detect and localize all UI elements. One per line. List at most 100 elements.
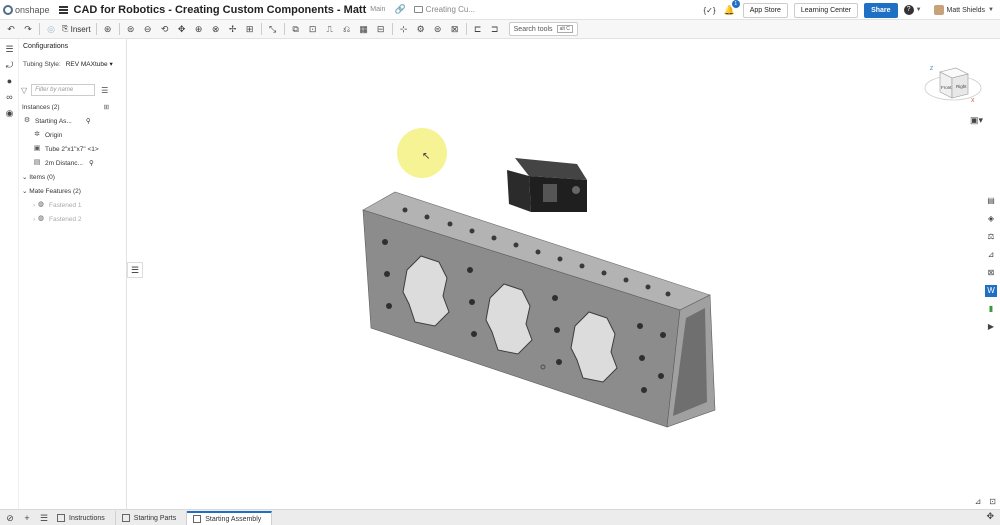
group-icon[interactable]: ⧉ bbox=[290, 23, 302, 35]
replicate-icon[interactable]: ⊹ bbox=[398, 23, 410, 35]
avatar[interactable] bbox=[933, 5, 944, 15]
feature-list-icon[interactable]: ☰ bbox=[4, 44, 15, 55]
revolute-mate-icon[interactable]: ⊖ bbox=[142, 23, 154, 35]
distance-sensor-part[interactable] bbox=[507, 158, 587, 212]
display-mode-icon[interactable]: ⊡ bbox=[989, 497, 996, 506]
ball-mate-icon[interactable]: ✢ bbox=[227, 23, 239, 35]
create-folder-icon[interactable]: ⊞ bbox=[104, 103, 109, 111]
link-rail-icon[interactable]: ∞ bbox=[4, 92, 15, 103]
help-caret-icon[interactable]: ▼ bbox=[916, 7, 922, 13]
undo-icon[interactable]: ↶ bbox=[5, 23, 17, 35]
mate-features-section[interactable]: ⌄ Mate Features (2) bbox=[19, 184, 126, 198]
configurations-heading[interactable]: Configurations bbox=[19, 39, 126, 54]
model-3d[interactable] bbox=[355, 150, 725, 435]
help-icon[interactable]: ? bbox=[903, 5, 914, 15]
fastened-mate-icon[interactable]: ⊜ bbox=[125, 23, 137, 35]
top-bar: onshape CAD for Robotics - Creating Cust… bbox=[0, 0, 1000, 20]
slider-mate-icon[interactable]: ⟲ bbox=[159, 23, 171, 35]
view-options-icon[interactable]: ▣▾ bbox=[970, 115, 983, 126]
branch-label[interactable]: Main bbox=[370, 6, 385, 13]
tab-list-icon[interactable]: ☰ bbox=[37, 511, 51, 525]
mate-item-fastened-1[interactable]: › ◍ Fastened 1 bbox=[19, 198, 126, 212]
notifications-icon[interactable]: 🔔 1 bbox=[724, 0, 740, 16]
linear-relation-icon[interactable]: ⊟ bbox=[375, 23, 387, 35]
app-store-button[interactable]: App Store bbox=[742, 2, 788, 18]
measure-icon[interactable]: ⊏ bbox=[472, 23, 484, 35]
video-icon[interactable]: ▶ bbox=[985, 321, 997, 333]
tab-starting-parts[interactable]: Starting Parts bbox=[116, 511, 188, 525]
share-button[interactable]: Share bbox=[864, 2, 898, 18]
explode-icon[interactable]: ⊠ bbox=[449, 23, 461, 35]
tab-instructions[interactable]: Instructions bbox=[51, 511, 116, 525]
sensor-icon: ▤ bbox=[33, 159, 41, 166]
settings-icon[interactable]: ◎ bbox=[45, 23, 57, 35]
tree-item-starting-assembly[interactable]: ⚙ Starting As... ⚲ bbox=[19, 114, 126, 128]
appearance-panel-icon[interactable]: ◈ bbox=[985, 213, 997, 225]
learning-center-button[interactable]: Learning Center bbox=[793, 2, 859, 18]
panel-toggle-icon[interactable]: ☰ bbox=[127, 262, 143, 278]
gear-relation-icon[interactable]: ⎍ bbox=[324, 23, 336, 35]
mirror-icon[interactable]: ⊜ bbox=[432, 23, 444, 35]
mate-item-fastened-2[interactable]: › ◍ Fastened 2 bbox=[19, 212, 126, 226]
toolbar-divider bbox=[260, 23, 262, 35]
document-title[interactable]: CAD for Robotics - Creating Custom Compo… bbox=[74, 4, 367, 16]
user-caret-icon[interactable]: ▼ bbox=[988, 7, 994, 13]
list-view-icon[interactable]: ☰ bbox=[101, 86, 108, 95]
view-cube[interactable]: Front Right Z X bbox=[920, 50, 986, 110]
tab-manager-icon[interactable]: ⊘ bbox=[3, 511, 17, 525]
appearance-icon[interactable]: ◉ bbox=[4, 108, 15, 119]
fastened-icon: ◍ bbox=[37, 215, 45, 222]
measure-panel-icon[interactable]: ⊿ bbox=[985, 249, 997, 261]
instances-section[interactable]: Instances (2) ⊞ bbox=[19, 100, 126, 114]
rack-pinion-icon[interactable]: ⎌ bbox=[341, 23, 353, 35]
code-icon[interactable]: {✓} bbox=[703, 6, 715, 15]
onshape-logo[interactable]: onshape bbox=[3, 4, 50, 15]
screw-relation-icon[interactable]: ▦ bbox=[358, 23, 370, 35]
tubing-style-select[interactable]: REV MAXtube ▾ bbox=[66, 60, 113, 68]
search-tools-input[interactable]: Search tools alt C bbox=[508, 22, 578, 36]
pan-icon[interactable]: ✥ bbox=[986, 511, 994, 522]
filter-input[interactable]: Filter by name bbox=[31, 84, 96, 96]
pin-icon[interactable]: ⚲ bbox=[89, 159, 94, 167]
redo-icon[interactable]: ↷ bbox=[22, 23, 34, 35]
mate-connector-icon[interactable]: ⊡ bbox=[307, 23, 319, 35]
search-shortcut: alt C bbox=[556, 25, 573, 33]
username[interactable]: Matt Shields bbox=[947, 7, 986, 14]
mate-connector-rail-icon[interactable]: ⤾ bbox=[4, 60, 15, 71]
parallel-mate-icon[interactable]: ⊞ bbox=[244, 23, 256, 35]
add-tab-icon[interactable]: + bbox=[20, 511, 34, 525]
insert-label: Insert bbox=[70, 24, 91, 34]
tangent-mate-icon[interactable]: ⤡ bbox=[267, 23, 279, 35]
planar-mate-icon[interactable]: ✥ bbox=[176, 23, 188, 35]
mate-item-label: Fastened 1 bbox=[48, 201, 82, 209]
mass-properties-icon[interactable]: ⚖ bbox=[985, 231, 997, 243]
link-icon[interactable]: 🔗 bbox=[394, 4, 405, 15]
properties-icon[interactable]: ▤ bbox=[985, 195, 997, 207]
bom-icon[interactable]: ⊠ bbox=[985, 267, 997, 279]
pattern-icon[interactable]: ⚙ bbox=[415, 23, 427, 35]
folder-breadcrumb[interactable]: Creating Cu... bbox=[413, 5, 475, 14]
pin-slot-mate-icon[interactable]: ⊗ bbox=[210, 23, 222, 35]
section-view-icon[interactable]: ⊐ bbox=[489, 23, 501, 35]
standard-content-icon[interactable]: ⊛ bbox=[102, 23, 114, 35]
filter-icon[interactable]: ▽ bbox=[21, 86, 27, 95]
tubing-style-value: REV MAXtube bbox=[65, 61, 108, 68]
insert-button[interactable]: ⎘ Insert bbox=[62, 24, 91, 34]
axis-z-label: Z bbox=[930, 66, 933, 72]
comments-icon[interactable]: ● bbox=[4, 76, 15, 87]
cylindrical-mate-icon[interactable]: ⊕ bbox=[193, 23, 205, 35]
app-2-icon[interactable]: ▮ bbox=[985, 303, 997, 315]
toolbar: ↶ ↷ ◎ ⎘ Insert ⊛ ⊜ ⊖ ⟲ ✥ ⊕ ⊗ ✢ ⊞ ⤡ ⧉ ⊡ ⎍… bbox=[0, 20, 1000, 39]
tree-item-origin[interactable]: ✲ Origin bbox=[19, 128, 126, 142]
tube-part[interactable] bbox=[362, 191, 716, 428]
tab-starting-assembly[interactable]: Starting Assembly bbox=[187, 511, 273, 525]
menu-icon[interactable] bbox=[58, 5, 68, 14]
onshape-logo-icon bbox=[3, 4, 13, 15]
pin-icon[interactable]: ⚲ bbox=[86, 117, 91, 125]
app-1-icon[interactable]: W bbox=[985, 285, 997, 297]
items-section[interactable]: ⌄ Items (0) bbox=[19, 170, 126, 184]
orient-icon[interactable]: ⊿ bbox=[975, 497, 982, 506]
tree-item-distance-sensor[interactable]: ▤ 2m Distanc... ⚲ bbox=[19, 156, 126, 170]
tree-item-label: Origin bbox=[45, 131, 63, 139]
tree-item-tube[interactable]: ▣ Tube 2"x1"x7" <1> bbox=[19, 142, 126, 156]
